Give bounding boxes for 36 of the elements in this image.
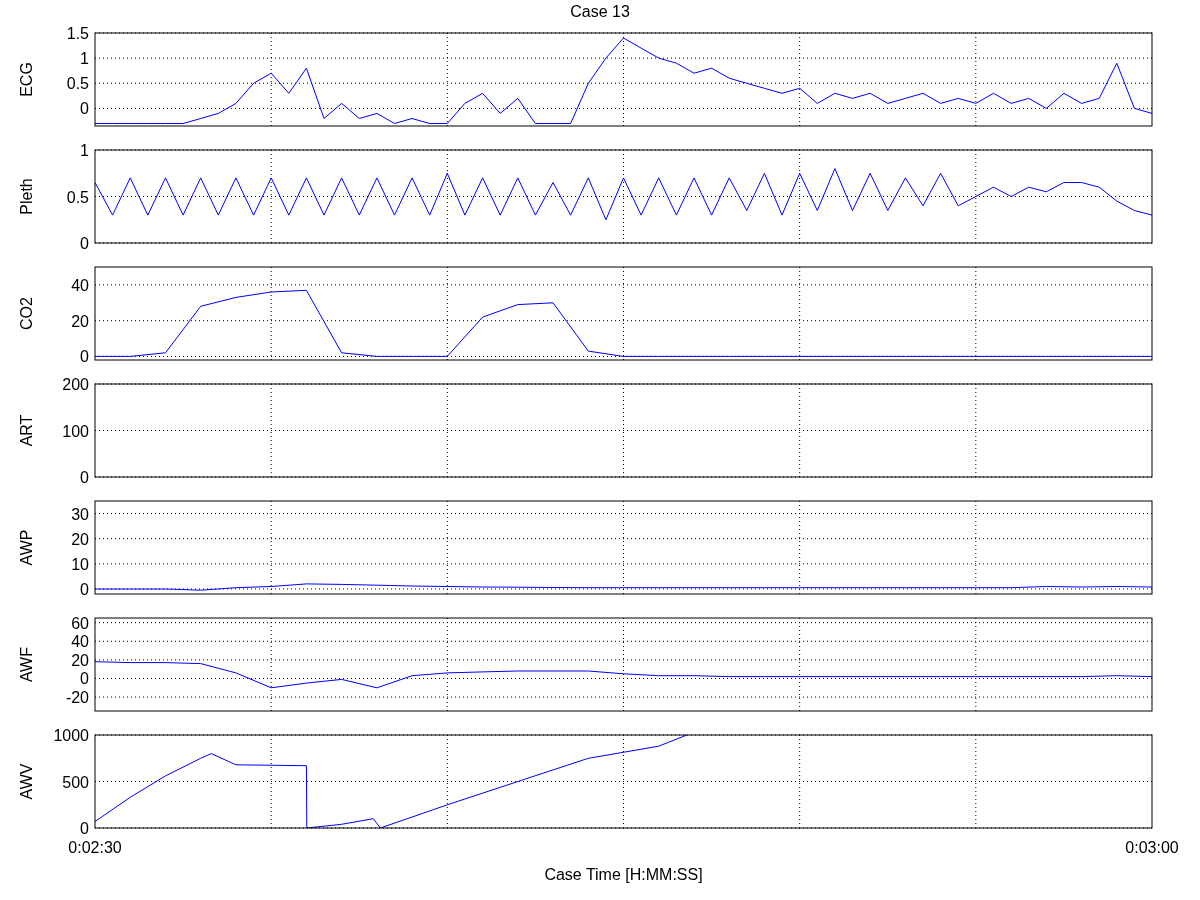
tick-label: 40 [71,276,89,294]
tick-label: 500 [62,773,89,791]
tick-label: 0 [80,235,89,252]
tick-label: 30 [71,505,89,523]
tick-label: 60 [71,614,89,632]
tick-label: 0.5 [66,75,89,93]
y-axis-label: AWP [18,529,35,566]
tick-label: -20 [65,689,89,707]
y-axis-label: ART [18,414,35,447]
tick-label: 0 [80,469,89,486]
tick-label: 1.5 [66,25,89,42]
tick-label: 0 [80,820,89,837]
y-axis-label: AWF [18,647,35,682]
y-axis-label: ECG [18,62,35,97]
y-axis-label: CO2 [18,297,35,330]
tick-label: 0 [80,100,89,118]
tick-label: 40 [71,633,89,651]
tick-label: 1 [80,50,89,68]
tick-label: 0:02:30 [68,839,122,856]
tick-label: 20 [71,312,89,330]
tick-label: 1000 [53,727,89,744]
tick-label: 100 [62,422,89,440]
chart-title: Case 13 [570,3,630,21]
tick-label: 0 [80,580,89,598]
tick-label: 200 [62,376,89,393]
y-axis-label: Pleth [18,178,35,215]
tick-label: 0.5 [66,188,89,206]
x-axis-label: Case Time [H:MM:SS] [544,866,703,883]
tick-label: 20 [71,651,89,669]
tick-label: 10 [71,555,89,573]
tick-label: 1 [80,142,89,159]
tick-label: 0 [80,670,89,688]
tick-label: 0 [80,348,89,366]
y-axis-label: AWV [18,763,35,800]
tick-label: 0:03:00 [1125,839,1179,856]
tick-label: 20 [71,530,89,548]
